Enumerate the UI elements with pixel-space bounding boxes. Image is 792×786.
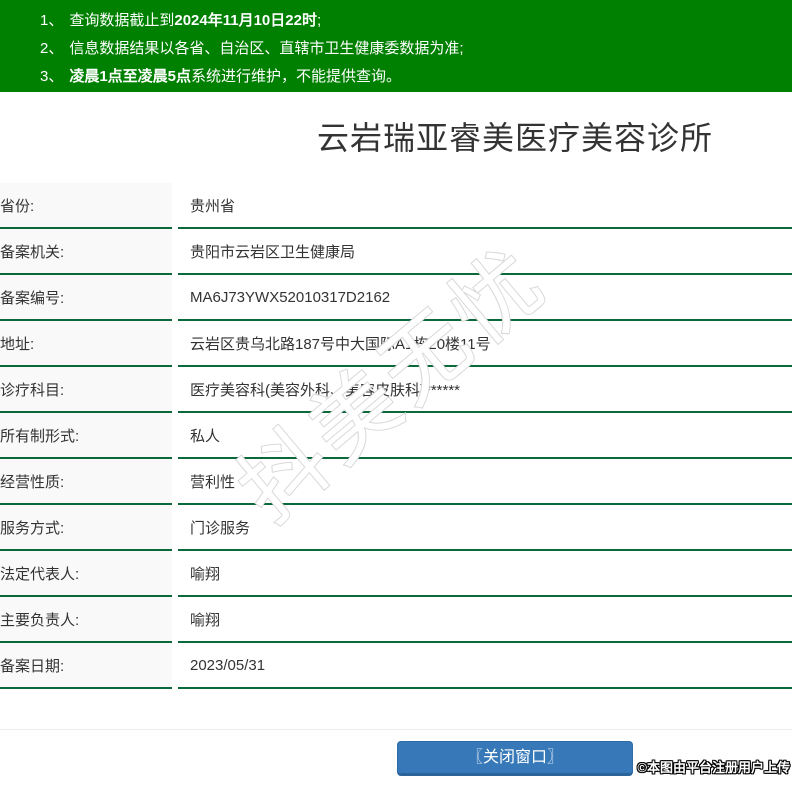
row-value: 云岩区贵乌北路187号中大国际A1栋20楼11号: [178, 321, 792, 367]
viewport: 1、 查询数据截止到2024年11月10日22时; 2、 信息数据结果以各省、自治区…: [0, 0, 792, 786]
row-label: 服务方式:: [0, 505, 172, 551]
notice-line-2: 2、 信息数据结果以各省、自治区、直辖市卫生健康委数据为准;: [40, 35, 792, 63]
row-value: MA6J73YWX52010317D2162: [178, 275, 792, 321]
notice-text: 信息数据结果以各省、自治区、直辖市卫生健康委数据为准;: [69, 40, 464, 57]
row-label: 备案机关:: [0, 229, 172, 275]
table-row: 所有制形式: 私人: [0, 413, 792, 459]
row-label: 备案日期:: [0, 643, 172, 689]
row-label: 备案编号:: [0, 275, 172, 321]
row-value: 贵阳市云岩区卫生健康局: [178, 229, 792, 275]
row-label: 法定代表人:: [0, 551, 172, 597]
notice-line-1: 1、 查询数据截止到2024年11月10日22时;: [40, 7, 792, 35]
row-label: 经营性质:: [0, 459, 172, 505]
table-row: 地址: 云岩区贵乌北路187号中大国际A1栋20楼11号: [0, 321, 792, 367]
photo-credit: ©本图由平台注册用户上传: [637, 760, 790, 775]
table-row: 服务方式: 门诊服务: [0, 505, 792, 551]
table-row: 诊疗科目: 医疗美容科(美容外科、美容皮肤科)******: [0, 367, 792, 413]
notice-line-3: 3、 凌晨1点至凌晨5点系统进行维护，不能提供查询。: [40, 63, 792, 91]
row-label: 省份:: [0, 183, 172, 229]
notice-bold-text: 凌晨1点至凌晨5点: [69, 68, 192, 85]
notice-number: 3、: [40, 68, 64, 85]
row-value: 贵州省: [178, 183, 792, 229]
table-row: 法定代表人: 喻翔: [0, 551, 792, 597]
row-value: 医疗美容科(美容外科、美容皮肤科)******: [178, 367, 792, 413]
table-row: 经营性质: 营利性: [0, 459, 792, 505]
table-row: 省份: 贵州省: [0, 183, 792, 229]
row-label: 诊疗科目:: [0, 367, 172, 413]
page-title: 云岩瑞亚睿美医疗美容诊所: [316, 120, 713, 156]
row-value: 喻翔: [178, 551, 792, 597]
row-value: 喻翔: [178, 597, 792, 643]
row-value: 营利性: [178, 459, 792, 505]
row-label: 主要负责人:: [0, 597, 172, 643]
row-value: 私人: [178, 413, 792, 459]
row-label: 所有制形式:: [0, 413, 172, 459]
page: 1、 查询数据截止到2024年11月10日22时; 2、 信息数据结果以各省、自治区…: [0, 0, 792, 776]
row-value: 门诊服务: [178, 505, 792, 551]
notice-text-post: 系统进行维护，不能提供查询。: [191, 68, 402, 85]
row-value: 2023/05/31: [178, 643, 792, 689]
row-label: 地址:: [0, 321, 172, 367]
close-window-button[interactable]: 〖关闭窗口〗: [397, 741, 633, 776]
notice-number: 2、: [40, 40, 64, 57]
notice-bar: 1、 查询数据截止到2024年11月10日22时; 2、 信息数据结果以各省、自治区…: [0, 0, 792, 92]
notice-text: 查询数据截止到: [69, 12, 175, 29]
table-row: 备案编号: MA6J73YWX52010317D2162: [0, 275, 792, 321]
notice-number: 1、: [40, 12, 64, 29]
notice-bold-text: 2024年11月10日22时: [174, 12, 317, 29]
table-row: 备案日期: 2023/05/31: [0, 643, 792, 689]
table-row: 备案机关: 贵阳市云岩区卫生健康局: [0, 229, 792, 275]
notice-text-post: ;: [316, 12, 322, 29]
footer-divider: [0, 729, 792, 730]
info-table: 省份: 贵州省 备案机关: 贵阳市云岩区卫生健康局 备案编号: MA6J73YW…: [0, 183, 792, 689]
table-row: 主要负责人: 喻翔: [0, 597, 792, 643]
